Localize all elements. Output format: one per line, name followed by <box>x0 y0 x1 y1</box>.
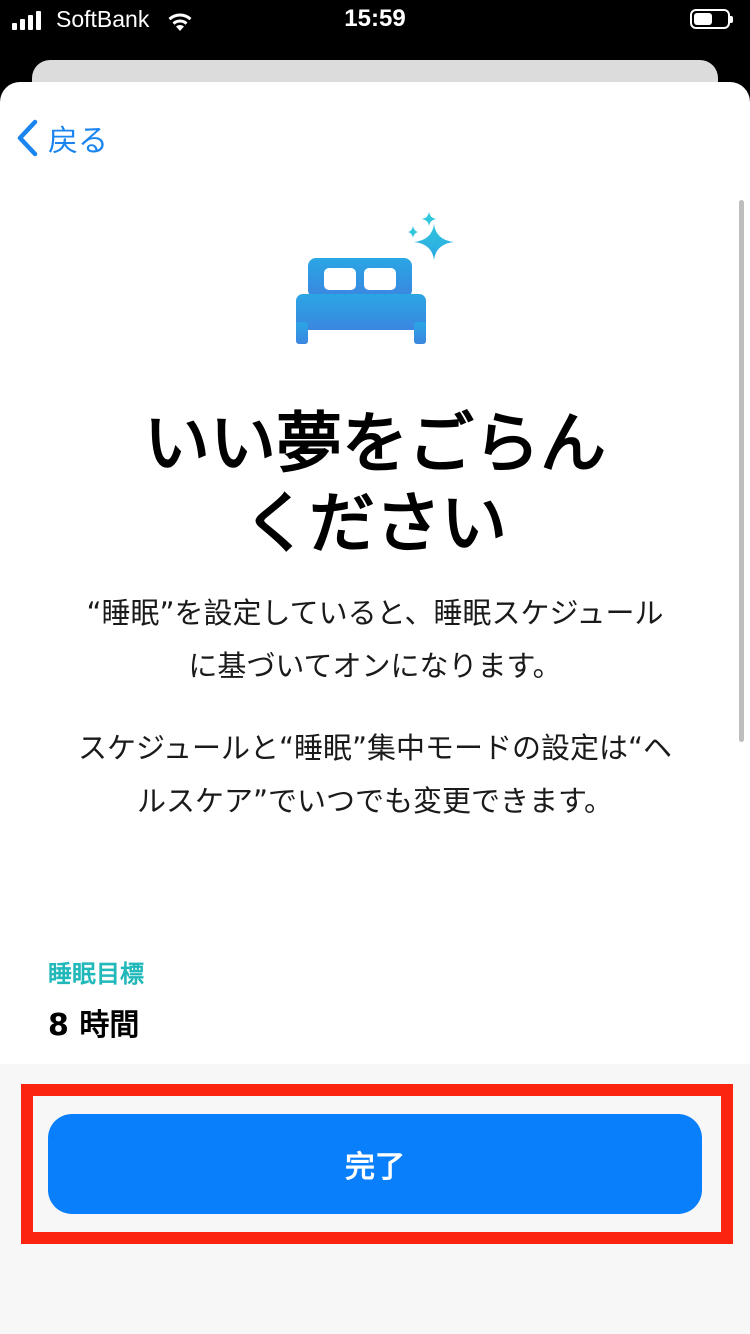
page-title: いい夢をごらん ください <box>40 404 710 564</box>
scroll-indicator[interactable] <box>739 200 744 742</box>
sleep-goal-label: 睡眠目標 <box>48 960 144 988</box>
back-button[interactable]: 戻る <box>14 116 108 160</box>
modal-sheet: 戻る いい夢をごらん ください “睡眠”を設定していると、睡眠スケジュール に基 <box>0 82 750 1334</box>
battery-level <box>694 13 712 25</box>
sleep-goal-value: 8 時間 <box>48 1008 140 1043</box>
settings-note-line-1: スケジュールと“睡眠”集中モードの設定は“ヘ <box>77 731 673 765</box>
settings-note-line-2: ルスケア”でいつでも変更できます。 <box>136 784 614 818</box>
description-line-1: “睡眠”を設定していると、睡眠スケジュール <box>86 596 664 630</box>
settings-note-text: スケジュールと“睡眠”集中モードの設定は“ヘ ルスケア”でいつでも変更できます。 <box>30 722 720 828</box>
description-line-2: に基づいてオンになります。 <box>188 649 562 683</box>
battery-icon <box>690 9 733 29</box>
chevron-left-icon <box>17 119 38 157</box>
back-button-label: 戻る <box>48 124 108 159</box>
status-bar: SoftBank 15:59 <box>0 0 750 44</box>
bottom-button-area: 完了 <box>0 1064 750 1334</box>
title-line-1: いい夢をごらん <box>144 405 606 482</box>
description-text: “睡眠”を設定していると、睡眠スケジュール に基づいてオンになります。 <box>30 587 720 693</box>
done-button[interactable]: 完了 <box>48 1114 702 1214</box>
title-line-2: ください <box>243 485 507 562</box>
clock: 15:59 <box>344 5 406 32</box>
bed-sparkles-icon <box>296 212 454 344</box>
